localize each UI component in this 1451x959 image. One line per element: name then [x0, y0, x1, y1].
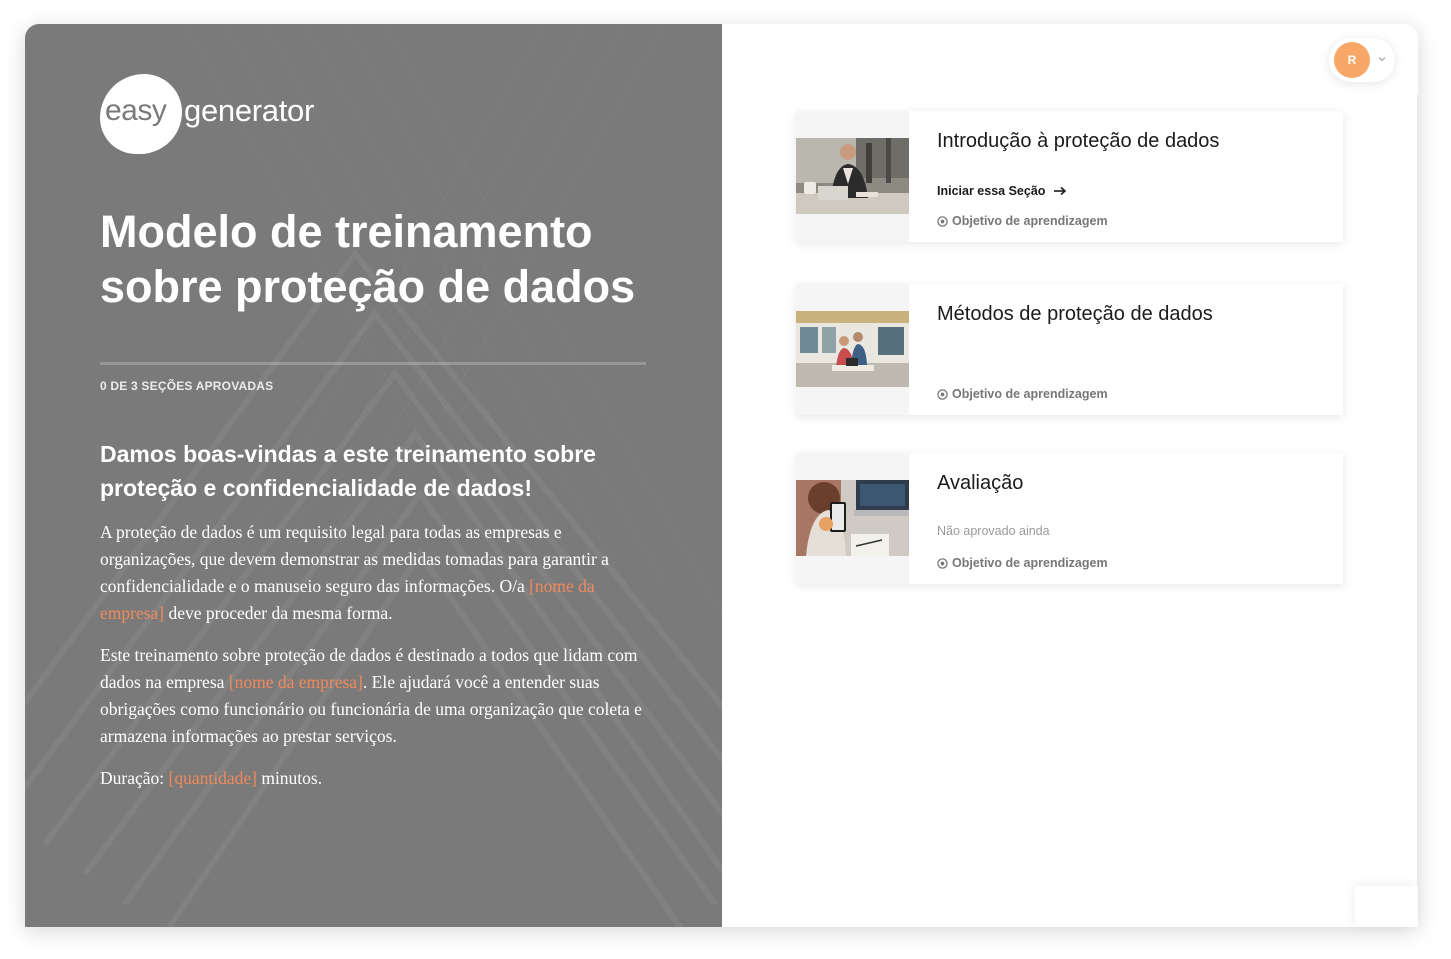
- section-card-1[interactable]: Introdução à proteção de dados Iniciar e…: [796, 111, 1343, 242]
- learning-objective-label: Objetivo de aprendizagem: [952, 387, 1108, 401]
- corner-widget: [1355, 886, 1418, 927]
- start-section-label: Iniciar essa Seção: [937, 184, 1046, 198]
- easygenerator-logo: easy generator: [100, 74, 340, 156]
- logo-text-easy: easy: [105, 94, 167, 127]
- section-card-2[interactable]: Métodos de proteção de dados Objetivo de…: [796, 284, 1343, 415]
- welcome-heading: Damos boas-vindas a este treinamento sob…: [100, 441, 596, 501]
- avatar: R: [1334, 42, 1370, 78]
- description-text: minutos.: [256, 768, 323, 788]
- start-section-link[interactable]: Iniciar essa Seção: [937, 184, 1067, 198]
- description-text: Duração:: [100, 768, 169, 788]
- section-title: Métodos de proteção de dados: [937, 303, 1213, 325]
- learning-objective-link[interactable]: Objetivo de aprendizagem: [937, 387, 1108, 401]
- learning-objective-link[interactable]: Objetivo de aprendizagem: [937, 214, 1108, 228]
- office-meeting-photo: [796, 284, 909, 415]
- section-status: Não aprovado ainda: [937, 524, 1050, 538]
- section-title: Introdução à proteção de dados: [937, 130, 1220, 152]
- course-description: A proteção de dados é um requisito legal…: [100, 519, 652, 807]
- section-card-3[interactable]: Avaliação Não aprovado ainda Objetivo de…: [796, 453, 1343, 584]
- phone-and-laptop-photo: [796, 453, 909, 584]
- target-icon: [937, 557, 948, 569]
- target-icon: [937, 215, 948, 227]
- target-icon: [937, 388, 948, 400]
- section-title: Avaliação: [937, 472, 1024, 494]
- man-at-laptop-photo: [796, 111, 909, 242]
- course-title: Modelo de treinamento sobre proteção de …: [100, 206, 636, 312]
- progress-bar: [100, 362, 646, 365]
- sections-panel: R Introdução à proteção de dados Iniciar…: [722, 24, 1418, 927]
- description-text: deve proceder da mesma forma.: [164, 603, 393, 623]
- course-intro-panel: easy generator Modelo de treinamento sob…: [25, 24, 722, 927]
- learning-objective-label: Objetivo de aprendizagem: [952, 214, 1108, 228]
- placeholder-text: [quantidade]: [168, 768, 257, 788]
- progress-text: 0 DE 3 SEÇÕES APROVADAS: [100, 379, 274, 393]
- scrollbar-track[interactable]: [1417, 95, 1419, 885]
- description-paragraph-1: A proteção de dados é um requisito legal…: [100, 519, 652, 627]
- logo-text-generator: generator: [184, 93, 315, 128]
- chevron-down-icon: [1378, 57, 1386, 62]
- arrow-right-icon: [1054, 186, 1067, 196]
- placeholder-text: [nome da empresa]: [228, 672, 363, 692]
- app-window: easy generator Modelo de treinamento sob…: [25, 24, 1418, 927]
- learning-objective-label: Objetivo de aprendizagem: [952, 556, 1108, 570]
- description-paragraph-3: Duração: [quantidade] minutos.: [100, 765, 652, 792]
- description-paragraph-2: Este treinamento sobre proteção de dados…: [100, 642, 652, 750]
- learning-objective-link[interactable]: Objetivo de aprendizagem: [937, 556, 1108, 570]
- user-menu-button[interactable]: R: [1329, 38, 1395, 82]
